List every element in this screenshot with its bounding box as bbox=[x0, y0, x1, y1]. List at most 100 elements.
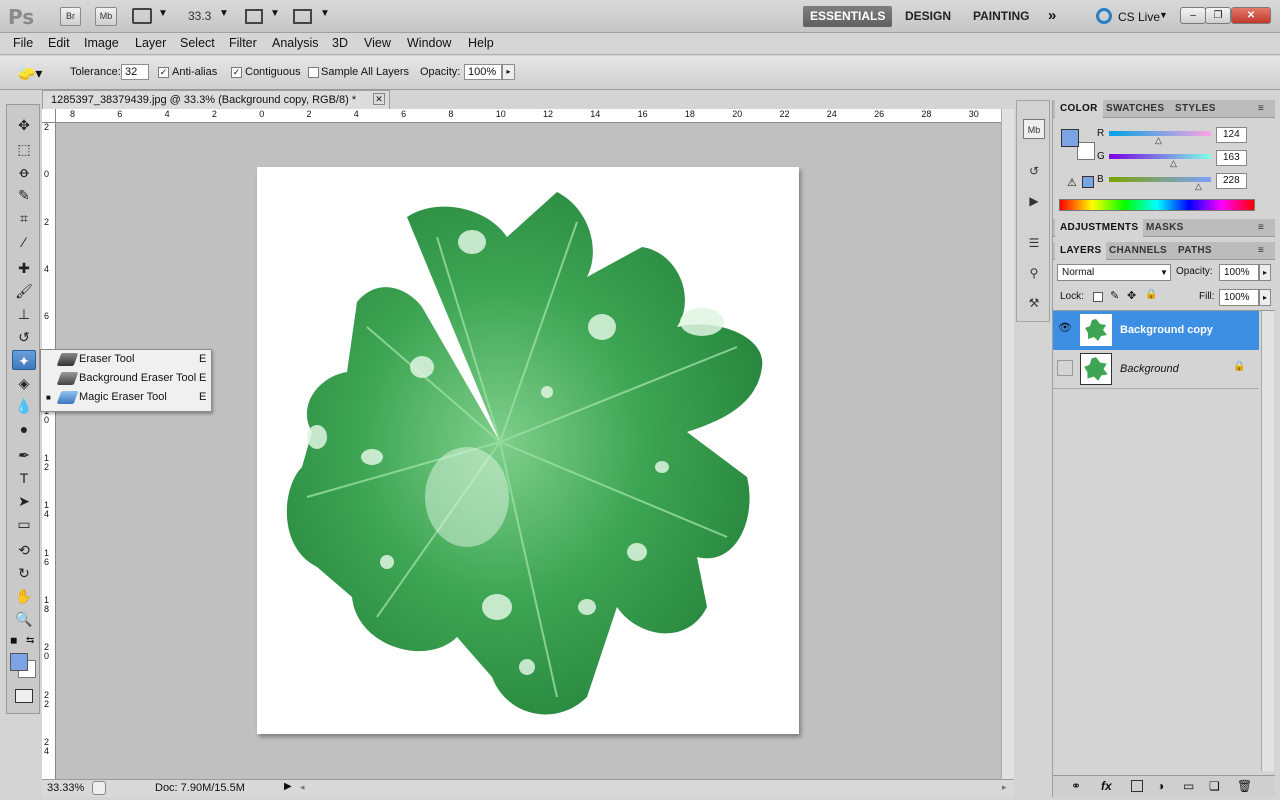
close-button[interactable]: ✕ bbox=[1231, 7, 1271, 24]
close-document-icon[interactable]: ✕ bbox=[373, 93, 385, 105]
document-canvas[interactable] bbox=[257, 167, 799, 734]
3d-orbit-tool-icon[interactable]: ↻ bbox=[12, 563, 36, 583]
workspace-essentials[interactable]: ESSENTIALS bbox=[803, 6, 893, 27]
opacity-slider-button[interactable]: ▸ bbox=[502, 64, 515, 80]
paint-bucket-tool-icon[interactable]: ◈ bbox=[12, 373, 36, 393]
opacity-input[interactable]: 100% bbox=[464, 64, 502, 80]
brush-presets-panel-icon[interactable]: ☰ bbox=[1023, 233, 1045, 253]
lasso-tool-icon[interactable]: ꝋ bbox=[12, 162, 36, 182]
status-zoom[interactable]: 33.33% bbox=[47, 782, 84, 794]
swap-colors-icon[interactable]: ⇆ bbox=[26, 635, 34, 646]
clone-stamp-tool-icon[interactable]: ⊥ bbox=[12, 304, 36, 324]
lock-transparent-icon[interactable] bbox=[1093, 292, 1103, 302]
tab-layers[interactable]: LAYERS bbox=[1055, 242, 1107, 260]
eyedropper-tool-icon[interactable]: ⁄ bbox=[12, 232, 36, 252]
flyout-magic-eraser-tool[interactable]: ■ Magic Eraser Tool E bbox=[41, 388, 211, 407]
status-options-icon[interactable] bbox=[92, 781, 106, 795]
tool-preset-picker[interactable]: 🧽▾ bbox=[18, 63, 50, 83]
contiguous-checkbox[interactable]: ✓ bbox=[231, 67, 242, 78]
gamut-color-swatch[interactable] bbox=[1082, 176, 1094, 188]
layer-row[interactable]: Background 🔒 bbox=[1053, 350, 1259, 389]
quick-selection-tool-icon[interactable]: ✎ bbox=[12, 185, 36, 205]
add-mask-icon[interactable] bbox=[1131, 780, 1143, 792]
workspace-painting[interactable]: PAINTING bbox=[966, 6, 1036, 27]
default-colors-icon[interactable]: ◼ bbox=[10, 635, 17, 646]
blend-mode-select[interactable]: Normal ▼ bbox=[1057, 264, 1171, 281]
cs-live-button[interactable]: CS Live bbox=[1118, 10, 1160, 24]
lock-image-icon[interactable]: ✎ bbox=[1110, 289, 1119, 302]
adjustment-layer-icon[interactable]: ◑ bbox=[1157, 779, 1164, 793]
fill-input[interactable]: 100% bbox=[1219, 289, 1259, 306]
new-group-icon[interactable]: ▭ bbox=[1183, 779, 1194, 793]
tab-styles[interactable]: STYLES bbox=[1170, 100, 1221, 118]
color-panel-bg-swatch[interactable] bbox=[1077, 142, 1095, 160]
marquee-tool-icon[interactable]: ⬚ bbox=[12, 139, 36, 159]
panel-menu-icon[interactable]: ≡ bbox=[1253, 219, 1269, 237]
delete-layer-icon[interactable]: 🗑 bbox=[1237, 779, 1252, 793]
actions-panel-icon[interactable]: ▶ bbox=[1023, 191, 1045, 211]
zoom-tool-icon[interactable]: 🔍 bbox=[12, 609, 36, 629]
tab-masks[interactable]: MASKS bbox=[1141, 219, 1189, 237]
workspace-design[interactable]: DESIGN bbox=[898, 6, 958, 27]
status-menu-arrow-icon[interactable]: ▶ bbox=[284, 781, 292, 792]
link-layers-icon[interactable]: ⚭ bbox=[1071, 779, 1081, 793]
green-slider-thumb[interactable]: △ bbox=[1170, 158, 1177, 169]
chevron-down-icon[interactable]: ▼ bbox=[270, 8, 280, 19]
foreground-color-swatch[interactable] bbox=[10, 653, 28, 671]
mini-bridge-panel-icon[interactable]: Mb bbox=[1023, 119, 1045, 139]
layer-opacity-input[interactable]: 100% bbox=[1219, 264, 1259, 281]
menu-window[interactable]: Window bbox=[407, 36, 451, 50]
color-spectrum-bar[interactable] bbox=[1059, 199, 1255, 211]
hand-tool-icon[interactable]: ✋ bbox=[12, 586, 36, 606]
vertical-scrollbar[interactable] bbox=[1001, 109, 1014, 779]
panel-menu-icon[interactable]: ≡ bbox=[1253, 242, 1269, 260]
dodge-tool-icon[interactable]: ● bbox=[12, 419, 36, 439]
tab-channels[interactable]: CHANNELS bbox=[1104, 242, 1172, 260]
zoom-level[interactable]: 33.3 bbox=[188, 9, 211, 23]
visibility-eye-icon[interactable]: 👁 bbox=[1057, 321, 1073, 337]
zoom-dropdown-icon[interactable]: ▼ bbox=[219, 8, 229, 19]
lock-all-icon[interactable]: 🔒 bbox=[1145, 289, 1157, 300]
menu-analysis[interactable]: Analysis bbox=[272, 36, 319, 50]
menu-image[interactable]: Image bbox=[84, 36, 119, 50]
bridge-button[interactable]: Br bbox=[60, 7, 81, 26]
more-workspaces-icon[interactable]: » bbox=[1048, 7, 1056, 24]
layers-scrollbar[interactable] bbox=[1261, 311, 1274, 771]
pen-tool-icon[interactable]: ✒ bbox=[12, 445, 36, 465]
move-tool-icon[interactable]: ✥ bbox=[12, 115, 36, 135]
green-value-input[interactable]: 163 bbox=[1216, 150, 1247, 166]
tolerance-input[interactable]: 32 bbox=[121, 64, 149, 80]
antialias-checkbox[interactable]: ✓ bbox=[158, 67, 169, 78]
type-tool-icon[interactable]: T bbox=[12, 468, 36, 488]
path-selection-tool-icon[interactable]: ➤ bbox=[12, 491, 36, 511]
clone-source-panel-icon[interactable]: ⚲ bbox=[1023, 263, 1045, 283]
out-of-gamut-warning-icon[interactable]: ⚠ bbox=[1067, 176, 1077, 189]
menu-3d[interactable]: 3D bbox=[332, 36, 348, 50]
screen-mode-icon[interactable] bbox=[293, 9, 312, 24]
green-slider[interactable] bbox=[1109, 154, 1211, 159]
brush-tool-icon[interactable]: 🖌 bbox=[12, 281, 36, 301]
minimize-button[interactable]: – bbox=[1180, 7, 1206, 24]
menu-select[interactable]: Select bbox=[180, 36, 215, 50]
red-value-input[interactable]: 124 bbox=[1216, 127, 1247, 143]
chevron-down-icon[interactable]: ▼ bbox=[320, 8, 330, 19]
menu-filter[interactable]: Filter bbox=[229, 36, 257, 50]
tab-paths[interactable]: PATHS bbox=[1173, 242, 1217, 260]
lock-position-icon[interactable]: ✥ bbox=[1127, 289, 1136, 302]
red-slider-thumb[interactable]: △ bbox=[1155, 135, 1162, 146]
tab-adjustments[interactable]: ADJUSTMENTS bbox=[1055, 219, 1144, 237]
tool-presets-panel-icon[interactable]: ⚒ bbox=[1023, 293, 1045, 313]
menu-file[interactable]: File bbox=[13, 36, 33, 50]
layer-name[interactable]: Background bbox=[1120, 363, 1179, 375]
restore-button[interactable]: ❐ bbox=[1205, 7, 1231, 24]
scroll-left-icon[interactable]: ◂ bbox=[300, 782, 305, 793]
panel-menu-icon[interactable]: ≡ bbox=[1253, 100, 1269, 118]
history-brush-tool-icon[interactable]: ↺ bbox=[12, 327, 36, 347]
menu-layer[interactable]: Layer bbox=[135, 36, 166, 50]
chevron-down-icon[interactable]: ▼ bbox=[1159, 10, 1168, 20]
history-panel-icon[interactable]: ↺ bbox=[1023, 161, 1045, 181]
blue-slider-thumb[interactable]: △ bbox=[1195, 181, 1202, 192]
3d-rotate-tool-icon[interactable]: ⟲ bbox=[12, 540, 36, 560]
menu-help[interactable]: Help bbox=[468, 36, 494, 50]
sample-all-layers-checkbox[interactable] bbox=[308, 67, 319, 78]
